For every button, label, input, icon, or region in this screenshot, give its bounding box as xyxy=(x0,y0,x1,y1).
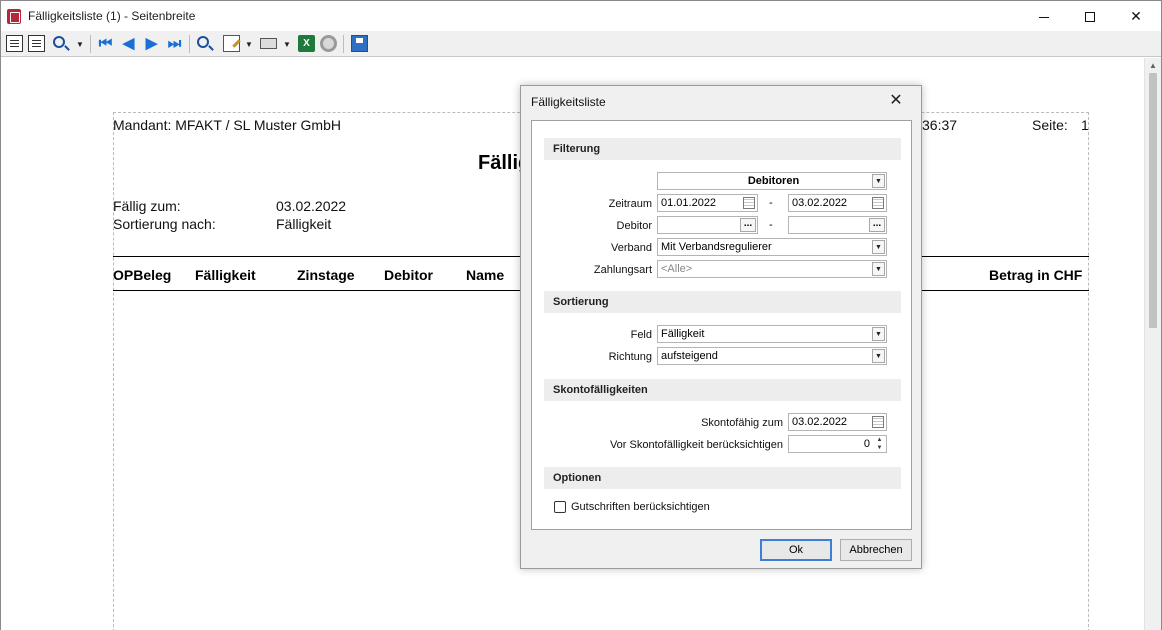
column-header-zinstage: Zinstage xyxy=(297,267,355,283)
edit-dropdown-icon[interactable]: ▼ xyxy=(245,40,253,49)
scroll-thumb[interactable] xyxy=(1149,73,1157,328)
zoom-icon[interactable] xyxy=(53,36,65,48)
gutschriften-checkbox[interactable] xyxy=(554,501,566,513)
print-time-text: 36:37 xyxy=(922,117,958,133)
debitor-label: Debitor xyxy=(616,220,652,232)
type-select[interactable]: Debitoren ▼ xyxy=(657,172,887,190)
type-select-value: Debitoren xyxy=(747,175,800,187)
debitor-to-input[interactable]: ... xyxy=(788,216,887,234)
spinner-arrows-icon[interactable]: ▲ ▼ xyxy=(874,436,885,452)
section-skonto: Skontofälligkeiten xyxy=(544,379,901,401)
vor-skonto-stepper[interactable]: 0 ▲ ▼ xyxy=(788,435,887,453)
section-optionen: Optionen xyxy=(544,467,901,489)
zahlungsart-value: <Alle> xyxy=(661,263,693,275)
maximize-button[interactable] xyxy=(1067,1,1113,31)
faellig-label: Fällig zum: xyxy=(113,198,181,214)
chevron-down-icon[interactable]: ▼ xyxy=(872,262,885,276)
section-sortierung: Sortierung xyxy=(544,291,901,313)
sortierung-value: Fälligkeit xyxy=(276,216,332,232)
range-separator: - xyxy=(769,197,773,209)
title-bar: Fälligkeitsliste (1) - Seitenbreite ✕ xyxy=(1,1,1161,31)
next-page-icon[interactable]: ▶ xyxy=(143,35,160,52)
dialog-close-icon[interactable]: ✕ xyxy=(883,90,909,112)
column-header-debitor: Debitor xyxy=(384,267,433,283)
chevron-down-icon[interactable]: ▼ xyxy=(872,327,885,341)
faelligkeitsliste-dialog: Fälligkeitsliste ✕ Filterung Debitoren ▼… xyxy=(520,85,922,569)
chevron-down-icon[interactable]: ▼ xyxy=(872,174,885,188)
browse-button[interactable]: ... xyxy=(869,218,885,232)
verband-select[interactable]: Mit Verbandsregulierer ▼ xyxy=(657,238,887,256)
zoom-dropdown-icon[interactable]: ▼ xyxy=(76,40,84,49)
sortierung-label: Sortierung nach: xyxy=(113,216,216,232)
scroll-up-icon[interactable]: ▲ xyxy=(1149,61,1157,70)
toolbar-separator xyxy=(90,35,91,53)
zahlungsart-select[interactable]: <Alle> ▼ xyxy=(657,260,887,278)
mandant-text: Mandant: MFAKT / SL Muster GmbH xyxy=(113,117,341,133)
print-icon[interactable] xyxy=(260,38,277,49)
skontofaehig-label: Skontofähig zum xyxy=(701,417,783,429)
vertical-scrollbar[interactable]: ▲ xyxy=(1144,58,1161,630)
richtung-value: aufsteigend xyxy=(661,350,718,362)
page-icon[interactable] xyxy=(6,35,23,52)
cancel-button[interactable]: Abbrechen xyxy=(840,539,912,561)
column-header-name: Name xyxy=(466,267,505,283)
feld-label: Feld xyxy=(630,329,652,341)
dialog-panel: Filterung Debitoren ▼ Zeitraum 01.01.202… xyxy=(531,120,912,530)
zeitraum-from-value: 01.01.2022 xyxy=(661,197,717,209)
verband-value: Mit Verbandsregulierer xyxy=(661,241,772,253)
gutschriften-label[interactable]: Gutschriften berücksichtigen xyxy=(571,501,710,513)
feld-select[interactable]: Fälligkeit ▼ xyxy=(657,325,887,343)
skontofaehig-input[interactable]: 03.02.2022 xyxy=(788,413,887,431)
previous-page-icon[interactable]: ◀ xyxy=(120,35,137,52)
toolbar: ▼ ⏮ ◀ ▶ ⏭ ▼ ▼ X xyxy=(1,31,1161,57)
feld-value: Fälligkeit xyxy=(661,328,705,340)
toolbar-separator xyxy=(189,35,190,53)
vor-skonto-label: Vor Skontofälligkeit berücksichtigen xyxy=(609,439,783,451)
section-filterung: Filterung xyxy=(544,138,901,160)
print-dropdown-icon[interactable]: ▼ xyxy=(283,40,291,49)
zeitraum-to-input[interactable]: 03.02.2022 xyxy=(788,194,887,212)
page-number: 1 xyxy=(1081,117,1089,133)
browse-button[interactable]: ... xyxy=(740,218,756,232)
faellig-value: 03.02.2022 xyxy=(276,198,347,214)
chevron-down-icon[interactable]: ▼ xyxy=(872,240,885,254)
range-separator: - xyxy=(769,219,773,231)
last-page-icon[interactable]: ⏭ xyxy=(166,35,183,52)
excel-icon[interactable]: X xyxy=(298,35,315,52)
window-title: Fälligkeitsliste (1) - Seitenbreite xyxy=(28,9,196,23)
maximize-icon xyxy=(1085,12,1095,23)
richtung-select[interactable]: aufsteigend ▼ xyxy=(657,347,887,365)
vor-skonto-value: 0 xyxy=(863,438,870,450)
verband-label: Verband xyxy=(611,242,652,254)
two-pages-icon[interactable] xyxy=(28,35,45,52)
minimize-icon xyxy=(1039,16,1049,18)
minimize-button[interactable] xyxy=(1021,1,1067,31)
ok-button[interactable]: Ok xyxy=(760,539,832,561)
app-icon xyxy=(7,9,21,24)
dialog-title: Fälligkeitsliste xyxy=(531,95,606,109)
debitor-from-input[interactable]: ... xyxy=(657,216,758,234)
zeitraum-to-value: 03.02.2022 xyxy=(792,197,848,209)
page-label: Seite: xyxy=(1032,117,1068,133)
close-button[interactable]: ✕ xyxy=(1113,1,1159,31)
edit-icon[interactable] xyxy=(223,35,240,52)
settings-icon[interactable] xyxy=(320,35,337,52)
toolbar-separator xyxy=(343,35,344,53)
zeitraum-label: Zeitraum xyxy=(608,198,652,210)
save-icon[interactable] xyxy=(351,35,368,52)
column-header-faelligkeit: Fälligkeit xyxy=(195,267,256,283)
search-icon[interactable] xyxy=(197,36,209,48)
column-header-opbeleg: OPBeleg xyxy=(113,267,172,283)
calendar-icon[interactable] xyxy=(872,197,884,209)
first-page-icon[interactable]: ⏮ xyxy=(97,35,114,52)
calendar-icon[interactable] xyxy=(872,416,884,428)
zahlungsart-label: Zahlungsart xyxy=(593,264,652,276)
calendar-icon[interactable] xyxy=(743,197,755,209)
column-header-betrag: Betrag in CHF xyxy=(989,267,1083,283)
chevron-down-icon[interactable]: ▼ xyxy=(872,349,885,363)
richtung-label: Richtung xyxy=(608,351,652,363)
skontofaehig-value: 03.02.2022 xyxy=(792,416,848,428)
zeitraum-from-input[interactable]: 01.01.2022 xyxy=(657,194,758,212)
